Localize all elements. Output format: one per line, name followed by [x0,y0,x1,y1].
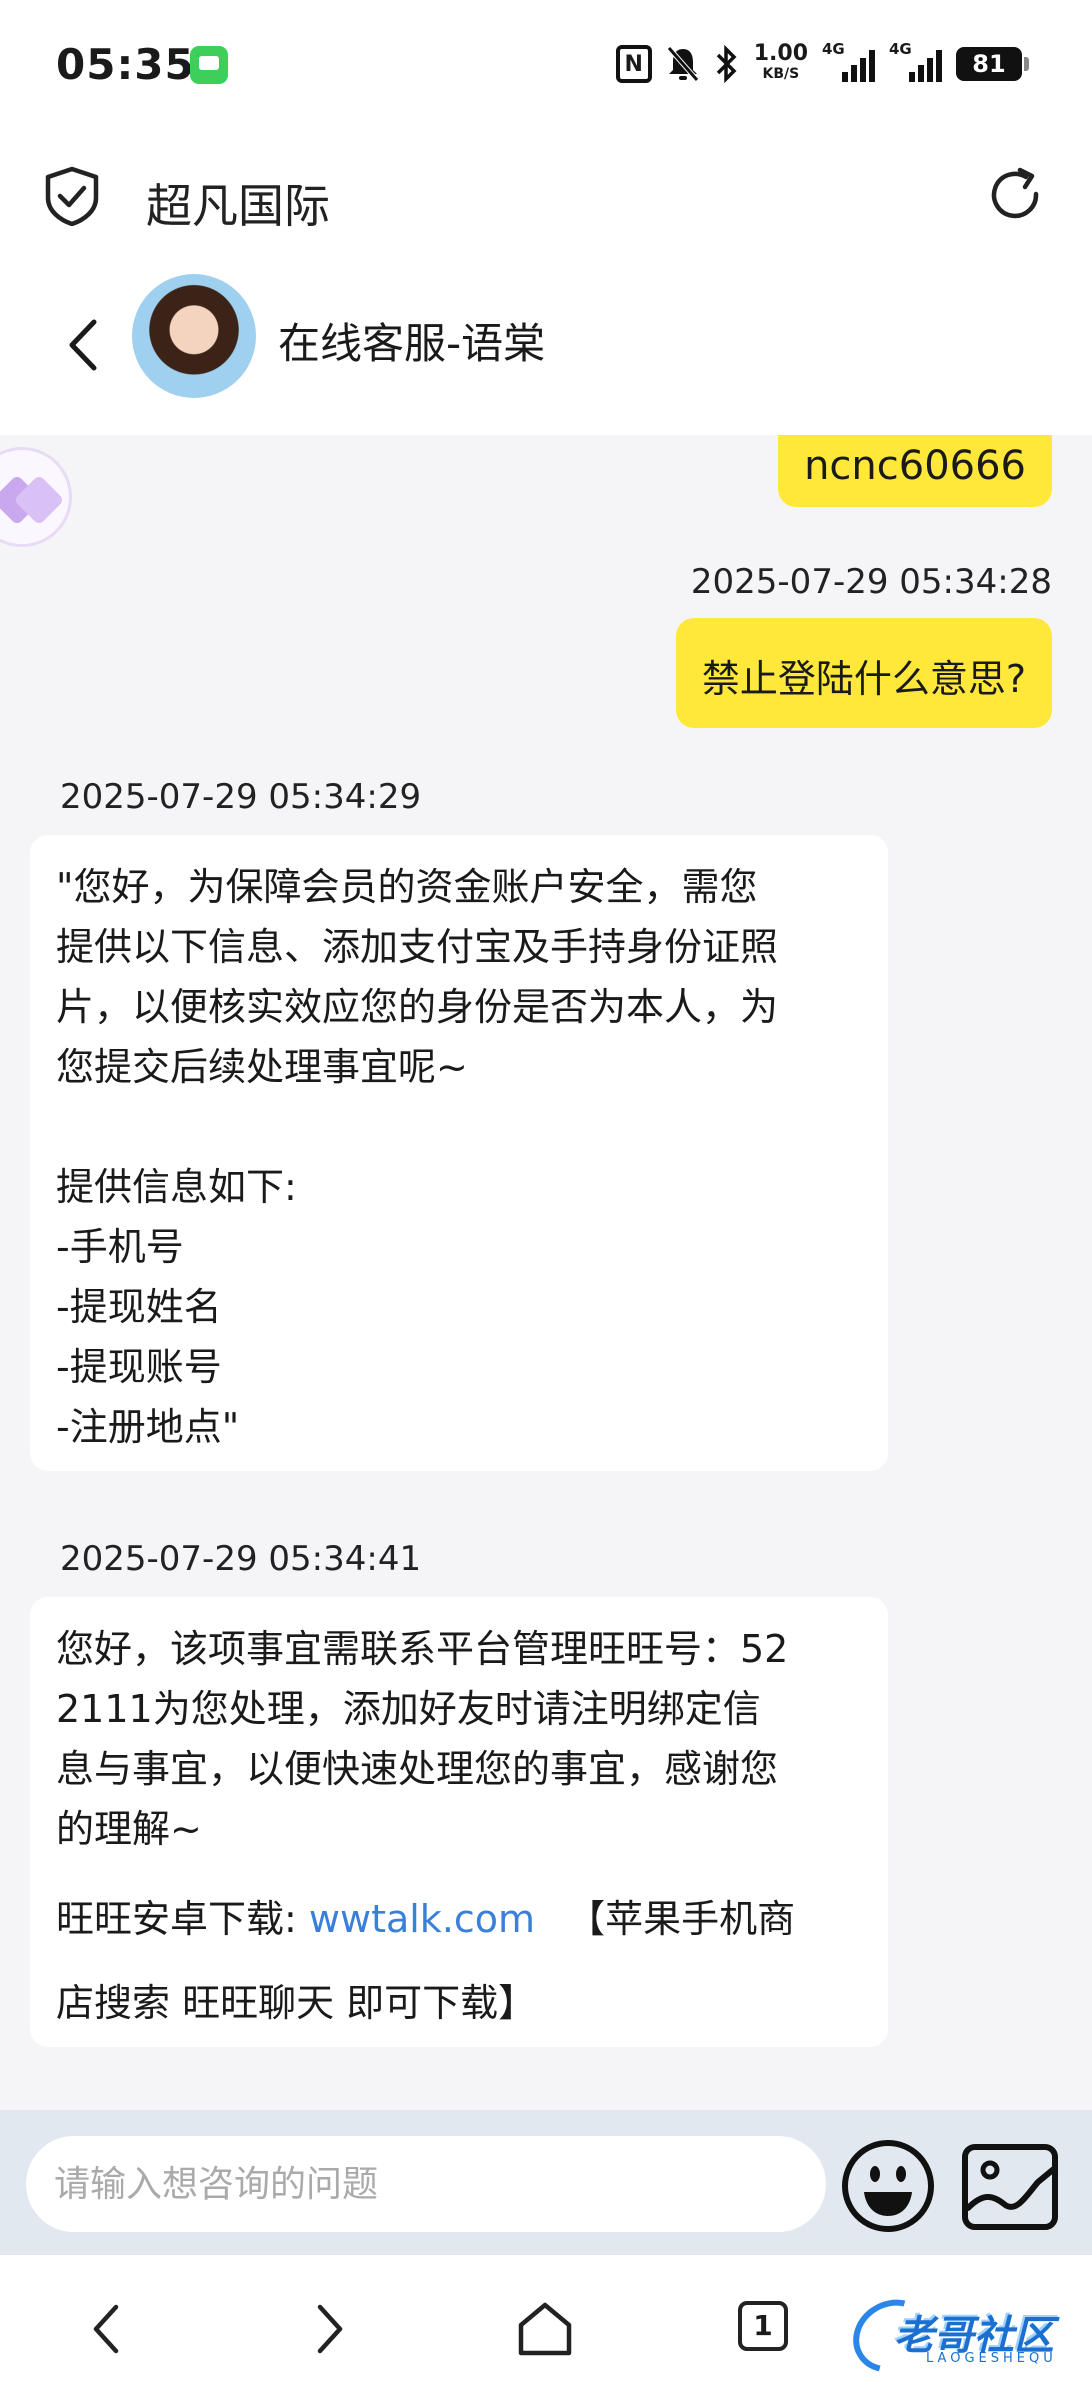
message-line: -提现账号 [56,1345,222,1389]
message-timestamp: 2025-07-29 05:34:41 [60,1539,422,1579]
message-line [56,1097,862,1157]
chat-header: 在线客服-语棠 [0,260,1092,435]
message-timestamp: 2025-07-29 05:34:29 [60,777,422,817]
message-line: 息与事宜，以便快速处理您的事宜，感谢您 [56,1747,779,1791]
network-speed-value: 1.00 [753,41,808,66]
watermark-subtext: LAOGESHEQU [926,2351,1057,2366]
emoji-icon[interactable] [840,2138,936,2234]
signal-label: 4G [889,40,912,58]
chat-area[interactable]: ncnc60666 2025-07-29 05:34:28 禁止登陆什么意思? … [0,435,1092,2110]
nav-back-icon[interactable] [78,2299,138,2359]
nav-forward-icon[interactable] [298,2299,358,2359]
message-line: -手机号 [56,1225,184,1269]
agent-name: 在线客服-语棠 [278,319,546,368]
network-speed-unit: KB/S [762,66,800,82]
back-arrow-icon[interactable] [58,310,108,380]
message-notification-icon [190,46,228,84]
status-bar: 05:35 N 1.00 KB/S 4G 4G 81 [0,0,1092,130]
battery-icon: 81 [956,47,1029,81]
message-line: 的理解~ [56,1807,202,1851]
image-upload-icon[interactable] [960,2142,1060,2232]
browser-bar: 超凡国际 [0,130,1092,260]
message-timestamp: 2025-07-29 05:34:28 [690,562,1052,602]
bluetooth-icon [714,42,740,86]
message-line: "您好，为保障会员的资金账户安全，需您 [56,865,758,909]
message-line: 您好，该项事宜需联系平台管理旺旺号：52 [56,1627,789,1671]
ios-note: 店搜索 旺旺聊天 即可下载】 [56,1981,537,2025]
watermark-logo: 老哥社区 LAOGESHEQU [839,2285,1082,2387]
download-link[interactable]: wwtalk.com [309,1897,535,1941]
home-icon[interactable] [515,2299,575,2359]
message-line: 提供以下信息、添加支付宝及手持身份证照 [56,925,779,969]
avatar[interactable] [132,274,256,398]
status-time: 05:35 [56,40,195,89]
browser-nav-bar: 1 老哥社区 LAOGESHEQU [0,2255,1092,2400]
message-line: 片，以便核实效应您的身份是否为本人，为 [56,985,779,1029]
message-line: 您提交后续处理事宜呢~ [56,1045,468,1089]
outgoing-message: ncnc60666 [778,435,1052,507]
ios-note: 【苹果手机商 [567,1897,796,1941]
message-input[interactable] [26,2136,826,2232]
message-line: 提供信息如下: [56,1165,297,1209]
download-line: 旺旺安卓下载: wwtalk.com 【苹果手机商 [56,1877,862,1961]
reload-icon[interactable] [986,166,1046,226]
outgoing-message: 禁止登陆什么意思? [675,618,1052,728]
signal-icon: 4G [822,40,875,82]
signal-label: 4G [822,40,845,58]
input-bar [0,2110,1092,2255]
shield-check-icon[interactable] [44,166,100,226]
network-speed: 1.00 KB/S [754,42,808,86]
message-line: -提现姓名 [56,1285,222,1329]
mute-bell-icon [666,42,700,86]
download-label: 旺旺安卓下载: [56,1897,297,1941]
floating-widget-icon[interactable] [0,447,72,547]
tabs-button[interactable]: 1 [738,2301,788,2351]
incoming-message: 您好，该项事宜需联系平台管理旺旺号：52 2111为您处理，添加好友时请注明绑定… [30,1597,888,2047]
signal-icon: 4G [889,40,942,82]
status-icons: N 1.00 KB/S 4G 4G 81 [615,40,1029,86]
site-title: 超凡国际 [146,179,330,233]
message-line: 2111为您处理，添加好友时请注明绑定信 [56,1687,761,1731]
message-line: -注册地点" [56,1405,240,1449]
nfc-icon: N [615,45,652,83]
incoming-message: "您好，为保障会员的资金账户安全，需您 提供以下信息、添加支付宝及手持身份证照 … [30,835,888,1471]
